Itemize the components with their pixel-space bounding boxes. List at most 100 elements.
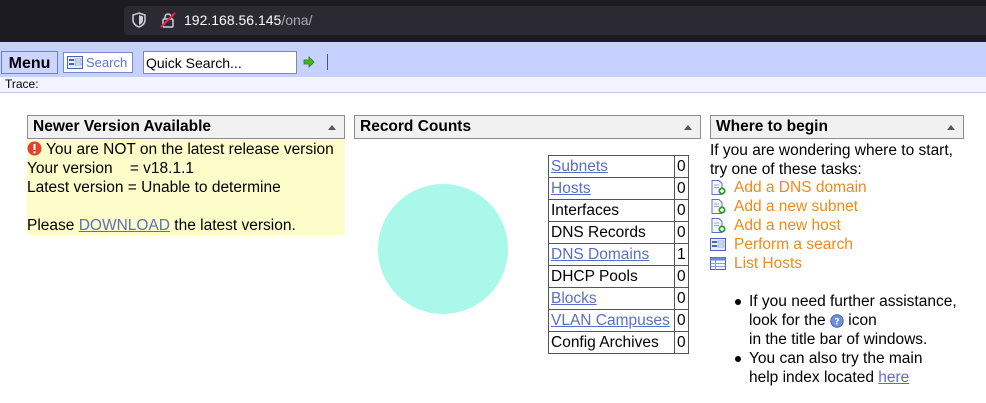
version-panel-title[interactable]: Newer Version Available [27,115,345,139]
pie-slice-dns-domains [378,184,508,314]
record-type-link[interactable]: DNS Domains [551,246,649,263]
table-row[interactable]: VLAN Campuses 0 [548,309,689,332]
table-row[interactable]: Blocks 0 [548,287,689,310]
table-row: Config Archives 0 [548,331,689,354]
help-icon: ? [830,314,844,328]
add-page-icon [711,180,726,195]
record-type-link[interactable]: Blocks [551,290,597,307]
record-count-cell: 0 [674,287,689,310]
your-version-text: Your version = v18.1.1 [27,160,195,177]
quick-search-input[interactable] [143,51,297,74]
record-counts-title[interactable]: Record Counts [354,115,701,139]
app-toolbar: Menu Search [0,42,986,78]
record-type-cell[interactable]: Hosts [548,177,675,200]
table-row: DHCP Pools 0 [548,265,689,288]
version-warning: You are NOT on the latest release versio… [27,140,334,159]
help-line-3: in the title bar of windows. [749,331,928,348]
record-type-label: Interfaces [551,201,620,219]
url-host: 192.168.56.145 [184,12,282,28]
record-type-link[interactable]: VLAN Campuses [551,312,670,329]
begin-intro-line-1: If you are wondering where to start, [710,142,953,159]
record-counts-title-text: Record Counts [360,118,472,135]
add-page-icon [711,218,726,233]
record-count-cell: 0 [674,331,689,354]
record-type-cell: DNS Records [548,221,675,244]
collapse-icon[interactable] [684,125,692,130]
begin-intro: If you are wondering where to start, try… [710,141,953,179]
help-line-5-text: help index located [749,369,879,386]
bullet-dot [735,299,741,305]
where-to-begin-title-text: Where to begin [716,118,828,135]
record-type-cell[interactable]: Blocks [548,287,675,310]
record-type-link[interactable]: Subnets [551,158,608,175]
search-form-icon [67,56,83,69]
help-bullet-1-text: If you need further assistance, look for… [749,292,957,349]
record-count-cell: 0 [674,309,689,332]
record-count-cell: 0 [674,265,689,288]
table-row[interactable]: DNS Domains 1 [548,243,689,266]
record-type-label: Config Archives [551,333,659,351]
table-row: Interfaces 0 [548,199,689,222]
table-row: DNS Records 0 [548,221,689,244]
alert-icon [27,141,42,156]
record-type-cell: Interfaces [548,199,675,222]
table-row[interactable]: Hosts 0 [548,177,689,200]
latest-version-text: Latest version = Unable to determine [27,179,281,196]
after-link-text: the latest version. [170,217,296,234]
version-panel-body: You are NOT on the latest release versio… [27,139,345,235]
help-bullet-2-text: You can also try the main help index loc… [749,349,922,387]
task-label: List Hosts [734,255,803,272]
help-line-4: You can also try the main [749,350,923,367]
version-warning-text: You are NOT on the latest release versio… [46,141,334,158]
menu-button[interactable]: Menu [1,51,58,74]
toolbar-separator [327,54,328,70]
arrow-right-icon[interactable] [303,56,315,68]
help-line-5: help index located here [749,368,922,387]
list-table-icon [710,257,726,270]
version-panel-title-text: Newer Version Available [33,118,212,135]
add-page-icon [711,199,726,214]
task-label: Add a new subnet [734,198,859,215]
record-count-cell: 0 [674,221,689,244]
collapse-icon[interactable] [328,125,336,130]
record-type-label: DHCP Pools [551,267,638,285]
shield-icon[interactable] [132,12,146,28]
please-text: Please [27,217,79,234]
record-counts-pie [378,184,508,314]
bullet-dot [735,356,741,362]
help-line-2a: look for the [749,312,830,329]
record-type-cell[interactable]: Subnets [548,155,675,178]
task-label: Perform a search [734,236,853,253]
record-type-cell: Config Archives [548,331,675,354]
download-link[interactable]: DOWNLOAD [79,217,170,234]
browser-toolbar: 192.168.56.145/ona/ [0,0,986,42]
url-text[interactable]: 192.168.56.145/ona/ [184,12,312,28]
table-row[interactable]: Subnets 0 [548,155,689,178]
begin-intro-line-2: try one of these tasks: [710,161,862,178]
svg-text:?: ? [834,318,839,328]
record-count-cell: 0 [674,199,689,222]
help-line-2b: icon [844,312,877,329]
record-type-cell[interactable]: DNS Domains [548,243,675,266]
help-line-1: If you need further assistance, [749,293,957,310]
download-line: Please DOWNLOAD the latest version. [27,216,296,235]
trace-bar: Trace: [0,77,986,93]
record-type-link[interactable]: Hosts [551,180,591,197]
record-type-label: DNS Records [551,223,646,241]
insecure-lock-icon[interactable] [160,12,176,28]
record-type-cell[interactable]: VLAN Campuses [548,309,675,332]
help-line-2: look for the ? icon [749,311,957,330]
task-label: Add a new host [734,217,841,234]
record-count-cell: 1 [674,243,689,266]
address-bar[interactable]: 192.168.56.145/ona/ [124,6,986,35]
trace-label: Trace: [5,77,39,91]
search-form-icon [710,238,726,251]
where-to-begin-title[interactable]: Where to begin [710,115,964,139]
search-button-label: Search [86,55,128,70]
search-button[interactable]: Search [63,52,133,73]
url-path: /ona/ [281,12,313,28]
help-index-link[interactable]: here [878,369,909,386]
task-label: Add a DNS domain [734,179,867,196]
collapse-icon[interactable] [947,125,955,130]
record-counts-table: Subnets 0 Hosts 0 Interfaces 0 DNS Records 0 DNS… [548,155,689,354]
